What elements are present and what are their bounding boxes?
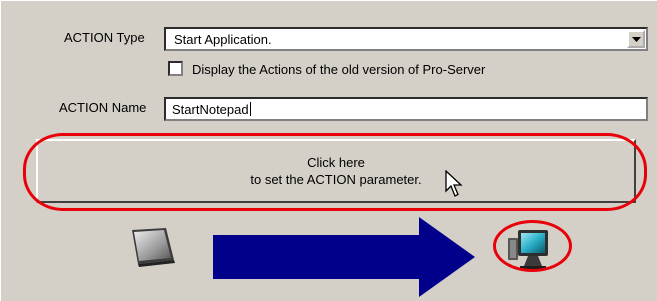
highlight-ellipse-small [493,220,572,272]
action-name-field[interactable]: StartNotepad [164,97,648,121]
text-caret [249,102,251,116]
right-arrow-icon [213,217,475,297]
action-type-select[interactable]: Start Application. [164,27,648,51]
action-settings-panel: ACTION Type Start Application. Display t… [0,0,657,301]
action-name-value: StartNotepad [172,102,249,117]
chevron-down-icon [632,37,641,42]
mouse-pointer-icon [445,170,463,197]
highlight-ellipse [23,133,647,211]
action-type-value: Start Application. [174,32,272,47]
old-version-checkbox-label: Display the Actions of the old version o… [192,62,486,77]
action-name-label: ACTION Name [59,100,147,115]
old-version-checkbox[interactable] [168,61,183,76]
display-panel-icon [132,228,175,267]
action-type-dropdown-button[interactable] [627,30,645,48]
action-type-label: ACTION Type [64,30,145,45]
